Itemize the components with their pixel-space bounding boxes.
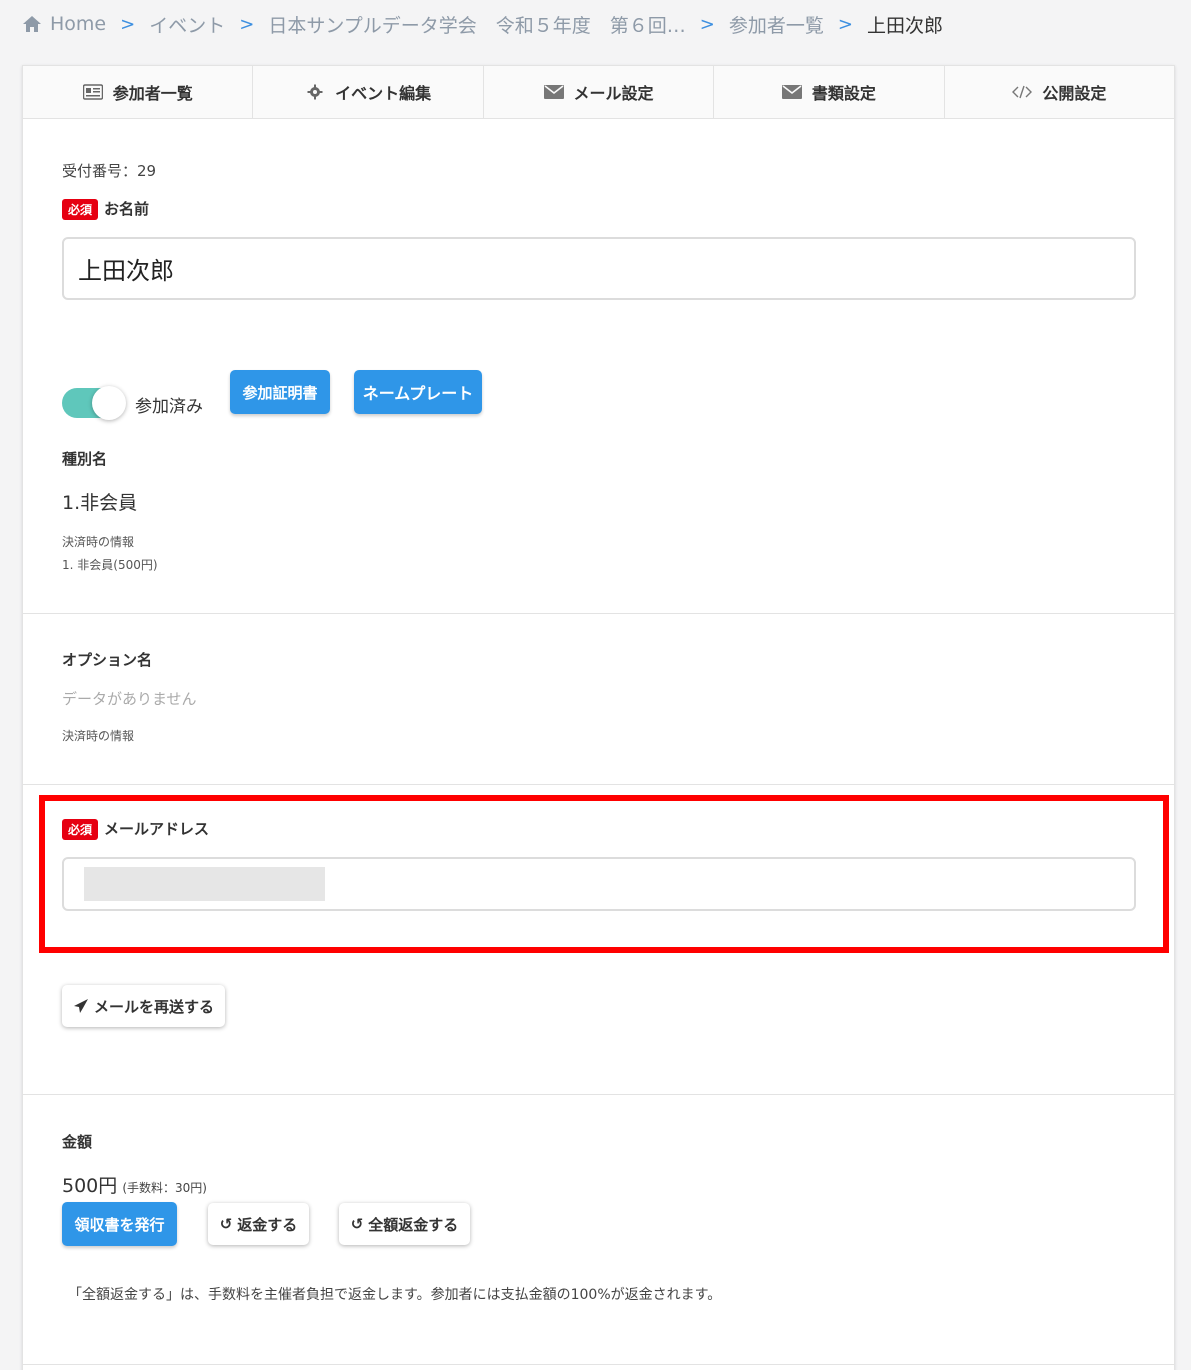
option-label: オプション名 xyxy=(62,651,153,669)
option-payment-info-label: 決済時の情報 xyxy=(62,729,135,743)
tab-event-edit[interactable]: イベント編集 xyxy=(253,66,484,118)
code-icon xyxy=(1012,85,1033,99)
name-label: お名前 xyxy=(104,200,150,218)
undo-icon: ↺ xyxy=(219,1215,233,1233)
nameplate-button[interactable]: ネームプレート xyxy=(354,370,482,414)
chevron-right-icon: > xyxy=(699,13,715,35)
gear-icon xyxy=(307,84,323,100)
resend-mail-label: メールを再送する xyxy=(93,997,214,1016)
divider xyxy=(23,1364,1174,1365)
participant-card: 参加者一覧 イベント編集 メール設定 書類設定 公開設定 受付番号：29 必須お… xyxy=(22,65,1175,1370)
amount-fee: (手数料：30円) xyxy=(122,1181,207,1195)
home-icon xyxy=(23,16,41,32)
tab-label: 書類設定 xyxy=(811,84,876,103)
category-value: 1.非会員 xyxy=(62,492,138,514)
full-refund-button[interactable]: ↺ 全額返金する xyxy=(339,1203,470,1245)
highlight-annotation xyxy=(39,795,1169,953)
option-empty-text: データがありません xyxy=(62,690,197,708)
breadcrumb-current: 上田次郎 xyxy=(866,14,943,37)
category-payment-info-label: 決済時の情報 xyxy=(62,535,135,549)
category-payment-info-value: 1. 非会員(500円) xyxy=(62,558,158,572)
tab-label: 参加者一覧 xyxy=(112,84,193,103)
chevron-right-icon: > xyxy=(837,13,853,35)
tab-document-settings[interactable]: 書類設定 xyxy=(714,66,945,118)
amount-value: 500円 xyxy=(62,1175,118,1197)
tab-label: 公開設定 xyxy=(1042,84,1107,103)
tab-label: イベント編集 xyxy=(335,84,432,103)
divider xyxy=(23,784,1174,785)
amount-row: 500円 (手数料：30円) xyxy=(62,1171,207,1198)
attendance-toggle[interactable] xyxy=(62,386,126,420)
envelope-icon xyxy=(543,85,564,99)
refund-button[interactable]: ↺ 返金する xyxy=(208,1203,309,1245)
amount-label: 金額 xyxy=(62,1133,93,1151)
chevron-right-icon: > xyxy=(120,13,136,35)
tab-publish-settings[interactable]: 公開設定 xyxy=(945,66,1174,118)
breadcrumb-participants[interactable]: 参加者一覧 xyxy=(729,11,824,38)
reception-number: 受付番号：29 xyxy=(62,162,157,180)
envelope-icon xyxy=(781,85,802,99)
category-label: 種別名 xyxy=(62,450,108,468)
divider xyxy=(23,613,1174,614)
certificate-button[interactable]: 参加証明書 xyxy=(230,370,330,414)
refund-label: 返金する xyxy=(237,1215,298,1234)
full-refund-label: 全額返金する xyxy=(368,1215,459,1234)
tab-bar: 参加者一覧 イベント編集 メール設定 書類設定 公開設定 xyxy=(23,66,1174,119)
resend-mail-button[interactable]: メールを再送する xyxy=(62,985,225,1027)
breadcrumb-event[interactable]: イベント xyxy=(149,11,225,38)
id-card-icon xyxy=(82,84,103,100)
breadcrumb-event-name[interactable]: 日本サンプルデータ学会 令和５年度 第６回… xyxy=(268,11,685,38)
paper-plane-icon xyxy=(73,999,88,1013)
tab-mail-settings[interactable]: メール設定 xyxy=(484,66,715,118)
tab-participants[interactable]: 参加者一覧 xyxy=(23,66,254,118)
chevron-right-icon: > xyxy=(239,13,255,35)
toggle-knob xyxy=(92,386,126,420)
name-input-value: 上田次郎 xyxy=(78,257,174,285)
breadcrumb: Home > イベント > 日本サンプルデータ学会 令和５年度 第６回… > 参… xyxy=(22,8,943,40)
tab-label: メール設定 xyxy=(573,84,654,103)
undo-icon: ↺ xyxy=(350,1215,364,1233)
refund-note: 「全額返金する」は、手数料を主催者負担で返金します。参加者には支払金額の100%… xyxy=(68,1287,722,1303)
issue-receipt-button[interactable]: 領収書を発行 xyxy=(62,1202,177,1246)
required-badge: 必須 xyxy=(62,199,99,220)
name-label-row: 必須 お名前 xyxy=(62,198,149,220)
attendance-label: 参加済み xyxy=(135,397,203,417)
divider xyxy=(23,1094,1174,1095)
name-input[interactable]: 上田次郎 xyxy=(62,237,1136,300)
breadcrumb-home[interactable]: Home xyxy=(50,13,106,35)
